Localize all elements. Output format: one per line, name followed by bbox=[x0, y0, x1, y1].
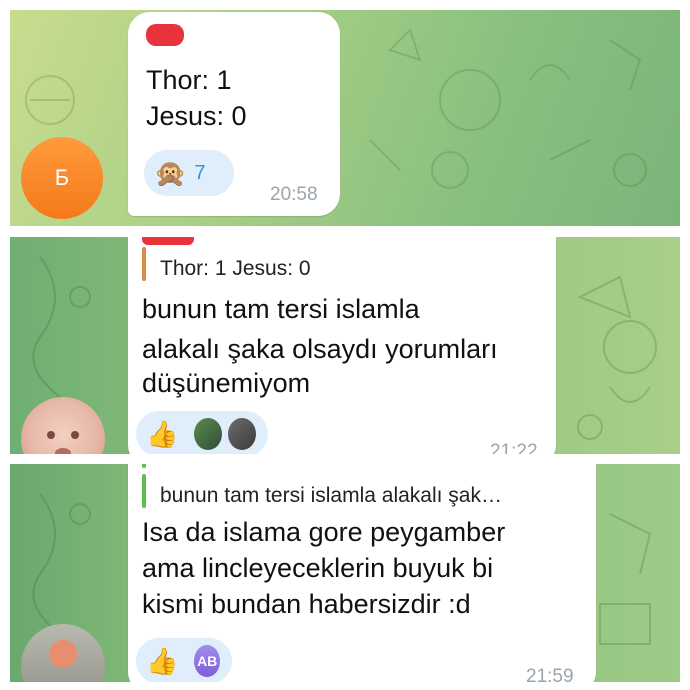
see-no-evil-monkey-icon: 🙊 bbox=[154, 158, 187, 188]
redacted-sender-name bbox=[142, 464, 146, 468]
message-line: ama lincleyeceklerin buyuk bi bbox=[142, 553, 494, 583]
reply-quote-bar bbox=[142, 247, 146, 281]
message-time: 21:59 bbox=[526, 666, 574, 682]
message-line: Isa da islama gore peygamber bbox=[142, 517, 506, 547]
redacted-sender-name bbox=[142, 237, 194, 245]
chat-screenshot-1: Б Thor: 1 Jesus: 0 🙊 7 20:58 bbox=[10, 10, 680, 226]
reply-quote-bar bbox=[142, 474, 146, 508]
message-bubble[interactable]: bunun tam tersi islamla alakalı şak… Isa… bbox=[128, 464, 596, 682]
doodle-pattern bbox=[25, 28, 647, 189]
reply-quote-text[interactable]: Thor: 1 Jesus: 0 bbox=[160, 257, 311, 281]
chat-screenshot-2: Thor: 1 Jesus: 0 bunun tam tersi islamla… bbox=[10, 237, 680, 454]
redacted-sender-name bbox=[146, 24, 184, 46]
message-bubble[interactable]: Thor: 1 Jesus: 0 🙊 7 20:58 bbox=[128, 12, 340, 216]
reactor-avatar-initials: AB bbox=[192, 643, 222, 679]
reaction-pill[interactable]: 👍 AB bbox=[136, 638, 232, 682]
thumbs-up-icon: 👍 bbox=[146, 419, 179, 449]
message-time: 21:22 bbox=[490, 441, 538, 454]
reaction-pill[interactable]: 🙊 7 bbox=[144, 150, 234, 196]
message-line: bunun tam tersi islamla bbox=[142, 294, 420, 324]
reaction-pill[interactable]: 👍 bbox=[136, 411, 268, 454]
message-line: kismi bundan habersizdir :d bbox=[142, 589, 471, 619]
reaction-count: 7 bbox=[194, 161, 206, 184]
reactor-avatar bbox=[192, 416, 225, 452]
message-line: Jesus: 0 bbox=[146, 101, 247, 131]
message-time: 20:58 bbox=[270, 184, 318, 205]
message-line: alakalı şaka olsaydı yorumları bbox=[142, 334, 498, 364]
message-line: Thor: 1 bbox=[146, 65, 232, 95]
avatar-initial: Б bbox=[54, 165, 70, 190]
message-bubble[interactable]: Thor: 1 Jesus: 0 bunun tam tersi islamla… bbox=[128, 237, 556, 454]
thumbs-up-icon: 👍 bbox=[146, 646, 179, 676]
message-line: düşünemiyom bbox=[142, 368, 311, 398]
sender-avatar[interactable]: Б bbox=[21, 137, 103, 219]
chat-screenshot-3: bunun tam tersi islamla alakalı şak… Isa… bbox=[10, 464, 680, 682]
reply-quote-text[interactable]: bunun tam tersi islamla alakalı şak… bbox=[160, 484, 502, 508]
reactor-avatar bbox=[226, 416, 258, 452]
